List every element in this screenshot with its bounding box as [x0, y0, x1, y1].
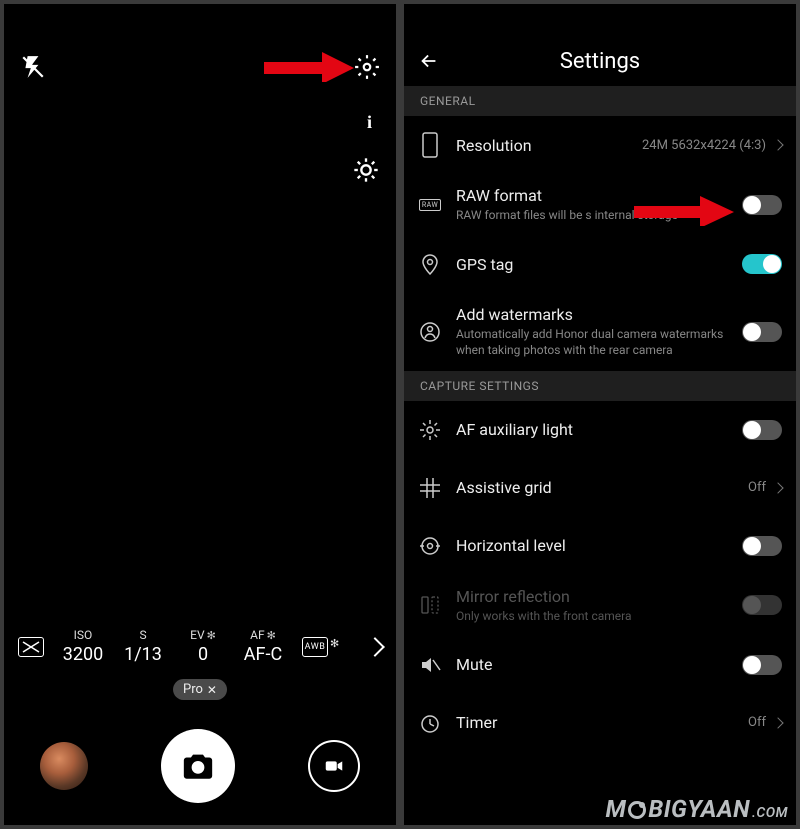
- mute-icon: [418, 655, 442, 675]
- row-value: Off: [748, 715, 766, 730]
- video-mode-button[interactable]: [308, 740, 360, 792]
- row-title: AF auxiliary light: [456, 420, 728, 439]
- settings-list[interactable]: GENERAL Resolution 24M 5632x4224 (4:3) R…: [404, 86, 796, 825]
- ev-label: EV✻: [190, 628, 216, 642]
- chevron-right-icon: [772, 482, 783, 493]
- row-gps-tag[interactable]: GPS tag: [404, 235, 796, 293]
- row-raw-format[interactable]: RAW RAW format RAW format files will be …: [404, 174, 796, 235]
- level-icon: [418, 535, 442, 557]
- section-header-general: GENERAL: [404, 86, 796, 116]
- gallery-thumbnail[interactable]: [40, 742, 88, 790]
- af-light-icon: [418, 419, 442, 441]
- brightness-icon[interactable]: [352, 156, 380, 184]
- settings-screen: Settings GENERAL Resolution 24M 5632x422…: [404, 4, 796, 825]
- shutter-button[interactable]: [161, 729, 235, 803]
- ev-value: 0: [198, 644, 208, 665]
- af-control[interactable]: AF✻ AF-C: [242, 628, 284, 665]
- flash-off-icon[interactable]: [20, 54, 46, 80]
- row-mirror-reflection: Mirror reflection Only works with the fr…: [404, 575, 796, 636]
- row-horizontal-level[interactable]: Horizontal level: [404, 517, 796, 575]
- toggle-af-light[interactable]: [742, 420, 782, 440]
- watermark-icon: [418, 321, 442, 343]
- row-value: Off: [748, 480, 766, 495]
- row-watermarks[interactable]: Add watermarks Automatically add Honor d…: [404, 293, 796, 370]
- row-title: RAW format: [456, 186, 728, 205]
- af-label: AF✻: [250, 628, 276, 642]
- camera-bottom-bar: [4, 729, 396, 803]
- iso-control[interactable]: ISO 3200: [62, 628, 104, 665]
- row-title: Mirror reflection: [456, 587, 728, 606]
- section-header-capture: CAPTURE SETTINGS: [404, 371, 796, 401]
- toggle-gps[interactable]: [742, 254, 782, 274]
- mode-chip-label: Pro: [183, 682, 203, 697]
- ev-control[interactable]: EV✻ 0: [182, 628, 224, 665]
- annotation-arrow-icon: [264, 52, 354, 82]
- row-title: Mute: [456, 655, 728, 674]
- resolution-icon: [418, 131, 442, 159]
- row-timer[interactable]: Timer Off: [404, 694, 796, 752]
- row-title: Assistive grid: [456, 478, 734, 497]
- toggle-level[interactable]: [742, 536, 782, 556]
- video-icon: [323, 755, 345, 777]
- pro-params-bar: ISO 3200 S 1/13 EV✻ 0 AF✻ AF-C AWB✻: [4, 628, 396, 665]
- toggle-watermark[interactable]: [742, 322, 782, 342]
- row-title: GPS tag: [456, 255, 728, 274]
- mirror-icon: [418, 594, 442, 616]
- mode-chip[interactable]: Pro ✕: [173, 679, 227, 700]
- page-title: Settings: [404, 49, 796, 74]
- grid-icon: [418, 478, 442, 498]
- row-resolution[interactable]: Resolution 24M 5632x4224 (4:3): [404, 116, 796, 174]
- info-icon[interactable]: i: [367, 112, 372, 133]
- row-af-light[interactable]: AF auxiliary light: [404, 401, 796, 459]
- row-assistive-grid[interactable]: Assistive grid Off: [404, 459, 796, 517]
- awb-control[interactable]: AWB✻: [302, 637, 344, 657]
- watermark-o-icon: [628, 801, 646, 819]
- toggle-raw[interactable]: [742, 195, 782, 215]
- row-subtitle: RAW format files will be s internal stor…: [456, 207, 728, 223]
- back-button[interactable]: [418, 50, 440, 72]
- settings-header: Settings: [404, 36, 796, 86]
- toggle-mute[interactable]: [742, 655, 782, 675]
- raw-icon: RAW: [418, 199, 442, 211]
- shutter-label: S: [139, 628, 146, 642]
- toggle-mirror: [742, 595, 782, 615]
- pro-more-chevron-icon[interactable]: [365, 637, 385, 657]
- row-value: 24M 5632x4224 (4:3): [642, 138, 766, 153]
- close-icon: ✕: [207, 683, 217, 697]
- row-title: Resolution: [456, 136, 628, 155]
- row-title: Horizontal level: [456, 536, 728, 555]
- location-icon: [418, 253, 442, 275]
- settings-gear-icon[interactable]: [354, 54, 380, 80]
- row-title: Add watermarks: [456, 305, 728, 324]
- camera-icon: [181, 749, 215, 783]
- chevron-right-icon: [772, 139, 783, 150]
- iso-label: ISO: [74, 628, 93, 642]
- camera-screen: i ISO 3200 S 1/13 EV✻ 0: [4, 4, 396, 825]
- row-subtitle: Only works with the front camera: [456, 608, 728, 624]
- chevron-right-icon: [772, 717, 783, 728]
- row-title: Timer: [456, 713, 734, 732]
- metering-icon[interactable]: [18, 637, 44, 657]
- af-value: AF-C: [244, 644, 282, 665]
- shutter-control[interactable]: S 1/13: [122, 628, 164, 665]
- awb-icon: AWB: [302, 637, 328, 657]
- row-subtitle: Automatically add Honor dual camera wate…: [456, 326, 728, 358]
- timer-icon: [418, 712, 442, 734]
- row-mute[interactable]: Mute: [404, 636, 796, 694]
- site-watermark: MBIGYAAN.COM: [606, 795, 789, 823]
- iso-value: 3200: [63, 644, 103, 665]
- shutter-value: 1/13: [124, 644, 162, 665]
